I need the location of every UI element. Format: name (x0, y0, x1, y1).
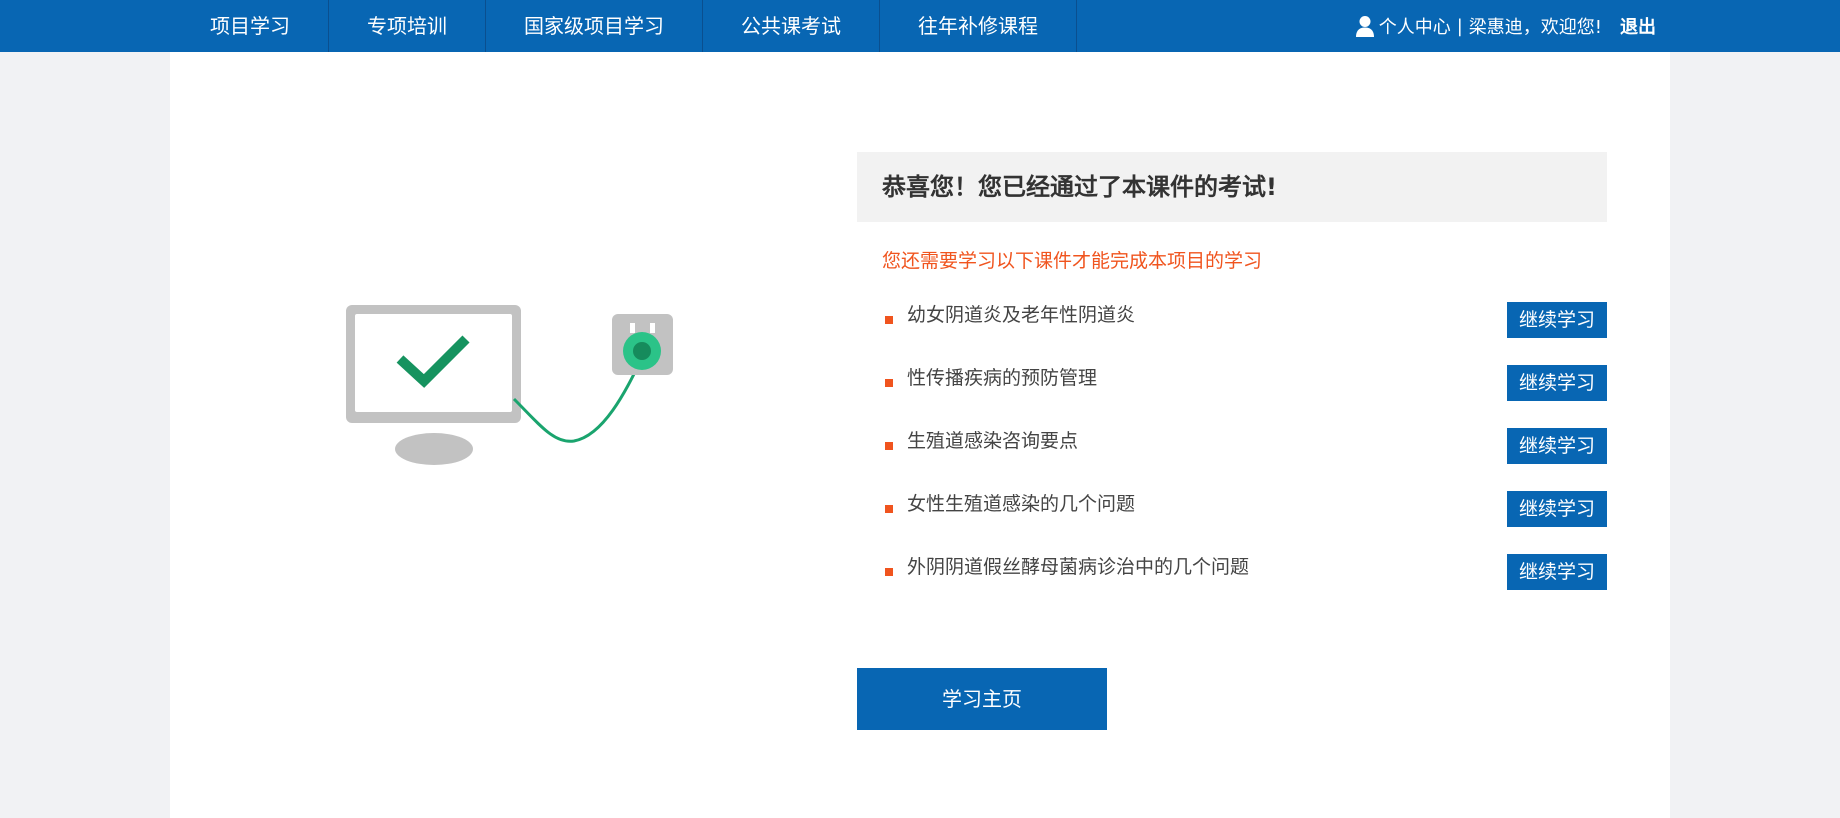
continue-study-button[interactable]: 继续学习 (1507, 554, 1607, 590)
bullet-icon (885, 316, 893, 324)
nav-item-national-project[interactable]: 国家级项目学习 (486, 0, 703, 52)
main-nav: 项目学习 专项培训 国家级项目学习 公共课考试 往年补修课程 (172, 0, 1077, 52)
user-icon (1355, 16, 1374, 37)
bullet-icon (885, 568, 893, 576)
bullet-icon (885, 442, 893, 450)
course-title: 幼女阴道炎及老年性阴道炎 (907, 304, 1136, 326)
personal-center-link[interactable]: 个人中心 (1379, 13, 1451, 39)
bullet-icon (885, 505, 893, 513)
study-home-button[interactable]: 学习主页 (857, 668, 1107, 730)
logout-link[interactable]: 退出 (1620, 13, 1656, 39)
course-item: 外阴阴道假丝酵母菌病诊治中的几个问题 继续学习 (857, 544, 1607, 607)
course-title: 女性生殖道感染的几个问题 (907, 493, 1136, 515)
course-title: 生殖道感染咨询要点 (907, 430, 1079, 452)
course-item: 性传播疾病的预防管理 继续学习 (857, 355, 1607, 418)
continue-study-button[interactable]: 继续学习 (1507, 302, 1607, 338)
course-item: 幼女阴道炎及老年性阴道炎 继续学习 (857, 292, 1607, 355)
course-title: 性传播疾病的预防管理 (907, 367, 1098, 389)
bullet-icon (885, 379, 893, 387)
continue-study-button[interactable]: 继续学习 (1507, 365, 1607, 401)
result-panel: 恭喜您！您已经通过了本课件的考试! 您还需要学习以下课件才能完成本项目的学习 幼… (857, 152, 1607, 607)
welcome-text: 梁惠迪，欢迎您! (1468, 17, 1602, 38)
congrats-message: 恭喜您！您已经通过了本课件的考试! (857, 152, 1607, 222)
nav-item-project-study[interactable]: 项目学习 (172, 0, 329, 52)
course-title: 外阴阴道假丝酵母菌病诊治中的几个问题 (907, 556, 1250, 578)
user-area: 个人中心 | 梁惠迪，欢迎您! 退出 (1355, 0, 1656, 52)
course-item: 女性生殖道感染的几个问题 继续学习 (857, 481, 1607, 544)
continue-study-button[interactable]: 继续学习 (1507, 491, 1607, 527)
course-item: 生殖道感染咨询要点 继续学习 (857, 418, 1607, 481)
nav-item-special-training[interactable]: 专项培训 (329, 0, 486, 52)
monitor-check-plug-icon (346, 305, 673, 465)
nav-item-makeup-courses[interactable]: 往年补修课程 (880, 0, 1077, 52)
nav-item-public-exam[interactable]: 公共课考试 (703, 0, 880, 52)
continue-study-button[interactable]: 继续学习 (1507, 428, 1607, 464)
content-area: 恭喜您！您已经通过了本课件的考试! 您还需要学习以下课件才能完成本项目的学习 幼… (170, 52, 1670, 818)
separator: | (1456, 15, 1463, 37)
top-navbar: 项目学习 专项培训 国家级项目学习 公共课考试 往年补修课程 个人中心 | 梁惠… (0, 0, 1840, 52)
course-list: 幼女阴道炎及老年性阴道炎 继续学习 性传播疾病的预防管理 继续学习 生殖道感染咨… (857, 292, 1607, 607)
remaining-notice: 您还需要学习以下课件才能完成本项目的学习 (882, 250, 1263, 272)
